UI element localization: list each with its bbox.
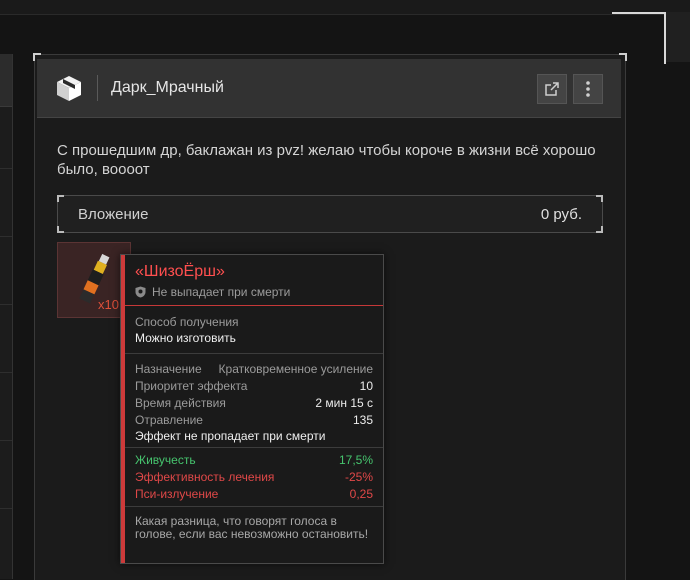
priority-label: Приоритет эффекта — [135, 379, 248, 393]
tooltip-divider — [125, 353, 383, 354]
source-row: Способ получения — [135, 315, 373, 329]
background-divider — [0, 304, 12, 305]
duration-label: Время действия — [135, 396, 226, 410]
tooltip-divider — [125, 506, 383, 507]
tooltip-divider — [125, 447, 383, 448]
background-right-panel — [664, 12, 690, 62]
item-count: x10 — [98, 297, 119, 312]
attachment-value: 0 руб. — [540, 206, 582, 223]
drop-note-text: Не выпадает при смерти — [152, 285, 291, 299]
message-text: С прошедшим др, баклажан из pvz! желаю ч… — [57, 142, 596, 178]
package-icon — [54, 73, 84, 103]
attachment-corner — [57, 195, 64, 202]
poison-row: Отравление 135 — [135, 413, 373, 427]
stat-value: 0,25 — [349, 487, 373, 501]
attachment-field: Вложение 0 руб. — [57, 195, 603, 233]
stat-value: 17,5% — [338, 453, 373, 467]
poison-label: Отравление — [135, 413, 203, 427]
persist-note: Эффект не пропадает при смерти — [135, 429, 326, 443]
header-separator — [97, 75, 98, 101]
background-divider — [0, 168, 12, 169]
shield-icon — [135, 286, 146, 298]
stat-value: -25% — [344, 470, 373, 484]
attachment-corner — [57, 226, 64, 233]
background-divider — [0, 508, 12, 509]
background-divider — [0, 440, 12, 441]
background-left-panel — [0, 54, 13, 579]
priority-value: 10 — [359, 379, 373, 393]
external-link-icon — [545, 82, 559, 96]
background-divider — [0, 236, 12, 237]
purpose-label: Назначение — [135, 362, 202, 376]
source-label: Способ получения — [135, 315, 239, 329]
duration-row: Время действия 2 мин 15 с — [135, 396, 373, 410]
duration-value: 2 мин 15 с — [315, 396, 373, 410]
kebab-menu-icon — [586, 81, 590, 97]
stat-row: Эффективность лечения -25% — [135, 470, 373, 484]
sender-name: Дарк_Мрачный — [111, 79, 224, 96]
stat-row: Живучесть 17,5% — [135, 453, 373, 467]
item-description: Какая разница, что говорят голоса в голо… — [135, 514, 369, 541]
background-top-bar — [0, 0, 690, 15]
message-header: Дарк_Мрачный — [37, 59, 621, 118]
stat-label: Эффективность лечения — [135, 470, 275, 484]
tooltip-divider — [125, 305, 383, 306]
background-left-tab — [0, 54, 12, 107]
background-divider — [0, 372, 12, 373]
tooltip-accent-bar — [121, 255, 125, 563]
attachment-corner — [596, 195, 603, 202]
drop-note: Не выпадает при смерти — [135, 285, 290, 299]
stat-label: Живучесть — [135, 453, 196, 467]
purpose-value: Кратковременное усиление — [218, 362, 373, 376]
open-external-button[interactable] — [537, 74, 567, 104]
item-tooltip: «ШизоЁрш» Не выпадает при смерти Способ … — [120, 254, 384, 564]
stat-label: Пси-излучение — [135, 487, 219, 501]
source-value: Можно изготовить — [135, 331, 236, 345]
purpose-row: Назначение Кратковременное усиление — [135, 362, 373, 376]
stat-row: Пси-излучение 0,25 — [135, 487, 373, 501]
attachment-label: Вложение — [78, 206, 149, 223]
attachment-corner — [596, 226, 603, 233]
item-name: «ШизоЁрш» — [135, 263, 225, 280]
poison-value: 135 — [352, 413, 373, 427]
priority-row: Приоритет эффекта 10 — [135, 379, 373, 393]
more-options-button[interactable] — [573, 74, 603, 104]
